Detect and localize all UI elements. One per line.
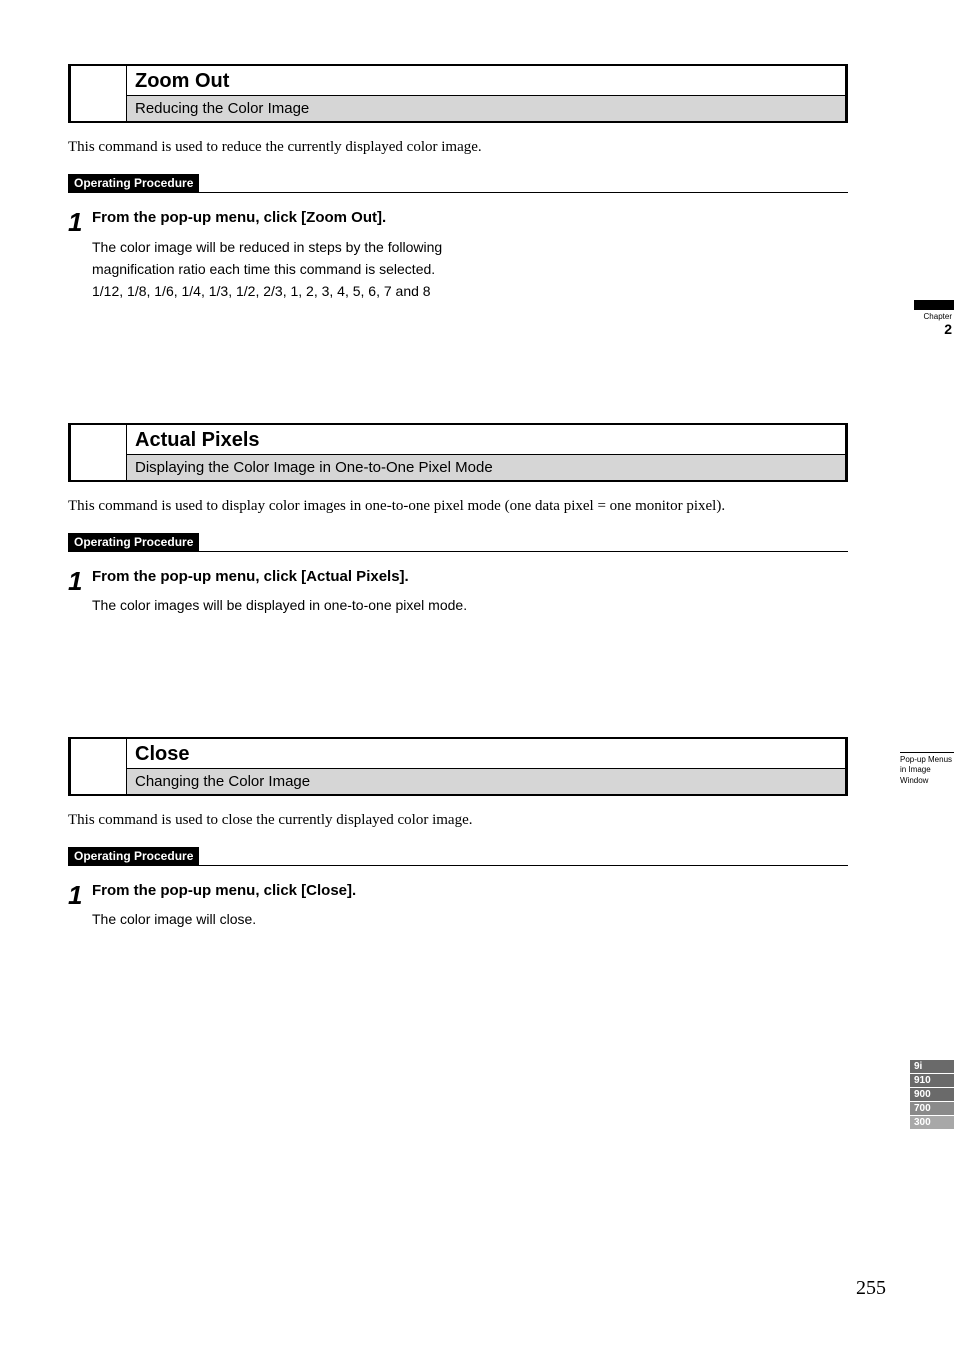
spacer [68,617,848,737]
section-description: This command is used to display color im… [68,496,848,517]
header-left-pad [71,425,127,480]
chapter-prefix: Chapter [924,312,952,321]
step-heading: From the pop-up menu, click [Zoom Out]. [92,207,468,230]
chapter-tab-label: Chapter 2 [914,312,954,337]
model-tab-9i: 9i [910,1060,954,1073]
step: 1 From the pop-up menu, click [Zoom Out]… [68,207,468,303]
section-description: This command is used to close the curren… [68,810,848,831]
model-tab-910: 910 [910,1074,954,1087]
step-body: From the pop-up menu, click [Zoom Out]. … [92,207,468,303]
operating-procedure-label: Operating Procedure [68,847,199,865]
section-subtitle: Changing the Color Image [127,769,845,794]
step-text: The color images will be displayed in on… [92,594,468,616]
operating-procedure-label: Operating Procedure [68,174,199,192]
section-tab: Pop-up Menus in Image Window [900,752,954,786]
step-text: The color image will close. [92,908,468,930]
section-header-close: Close Changing the Color Image [68,737,848,796]
model-tab-300: 300 [910,1116,954,1129]
model-tabs: 9i 910 900 700 300 [910,1060,954,1130]
operating-procedure-bar: Operating Procedure [68,533,848,552]
step-number: 1 [68,880,92,931]
section-description: This command is used to reduce the curre… [68,137,848,158]
step-heading: From the pop-up menu, click [Close]. [92,880,468,903]
header-titles: Actual Pixels Displaying the Color Image… [127,425,845,480]
step-text: The color image will be reduced in steps… [92,236,468,303]
chapter-number: 2 [944,321,952,337]
header-titles: Zoom Out Reducing the Color Image [127,66,845,121]
section-subtitle: Displaying the Color Image in One-to-One… [127,455,845,480]
operating-procedure-bar: Operating Procedure [68,174,848,193]
model-tab-900: 900 [910,1088,954,1101]
operating-procedure-bar: Operating Procedure [68,847,848,866]
chapter-tab: Chapter 2 [914,300,954,337]
section-header-actual-pixels: Actual Pixels Displaying the Color Image… [68,423,848,482]
page-number: 255 [856,1277,886,1300]
content-column: Zoom Out Reducing the Color Image This c… [68,64,848,930]
chapter-tab-bar [914,300,954,310]
step: 1 From the pop-up menu, click [Actual Pi… [68,566,468,617]
section-title: Close [127,739,845,769]
section-title: Actual Pixels [127,425,845,455]
step-heading: From the pop-up menu, click [Actual Pixe… [92,566,468,589]
step-number: 1 [68,566,92,617]
page: Zoom Out Reducing the Color Image This c… [0,0,954,1350]
header-left-pad [71,66,127,121]
step-body: From the pop-up menu, click [Close]. The… [92,880,468,931]
step-body: From the pop-up menu, click [Actual Pixe… [92,566,468,617]
operating-procedure-label: Operating Procedure [68,533,199,551]
header-titles: Close Changing the Color Image [127,739,845,794]
section-header-zoom-out: Zoom Out Reducing the Color Image [68,64,848,123]
step-number: 1 [68,207,92,303]
spacer [68,303,848,423]
section-subtitle: Reducing the Color Image [127,96,845,121]
section-title: Zoom Out [127,66,845,96]
model-tab-700: 700 [910,1102,954,1115]
header-left-pad [71,739,127,794]
step: 1 From the pop-up menu, click [Close]. T… [68,880,468,931]
